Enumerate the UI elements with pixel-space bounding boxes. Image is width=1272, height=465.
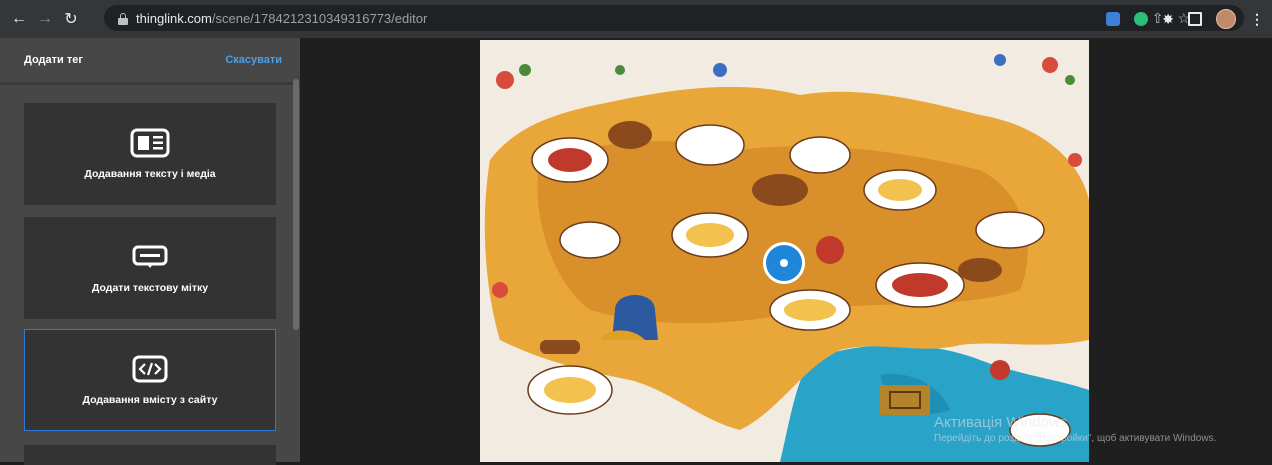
side-panel-icon[interactable] [1188,12,1202,26]
editor-canvas [300,38,1272,462]
panel-title: Додати тег [24,54,83,66]
watermark-subtitle: Перейдіть до розділу "Настройки", щоб ак… [934,433,1217,444]
panel-scrollbar[interactable] [293,79,299,330]
panel-header: Додати тег Скасувати [0,38,300,82]
text-media-icon [130,128,170,158]
address-bar[interactable]: thinglink.com/scene/1784212310349316773/… [104,5,1244,31]
watermark-title: Активація Windows [934,414,1068,431]
cancel-button[interactable]: Скасувати [225,54,282,66]
embed-code-icon [132,355,168,383]
reload-icon[interactable]: ↻ [58,6,84,32]
translate-extension-icon[interactable] [1106,12,1121,26]
text-label-icon [132,245,168,268]
add-embed-content-card[interactable]: Додавання вмісту з сайту [24,329,276,431]
card-label: Додавання вмісту з сайту [82,394,218,406]
tag-hotspot[interactable] [763,242,805,284]
add-text-label-card[interactable]: Додати текстову мітку [24,217,276,319]
url-text: thinglink.com/scene/1784212310349316773/… [136,10,428,26]
puzzle-icon[interactable]: ✸ [1162,12,1174,26]
add-tag-panel: Додати тег Скасувати Додавання тексту і … [0,38,300,465]
next-card[interactable] [24,445,276,465]
card-label: Додавання тексту і медіа [84,168,216,180]
forward-icon[interactable]: → [32,6,58,32]
kebab-menu-icon[interactable]: ⋮ [1250,12,1264,26]
lock-icon [118,12,128,25]
profile-avatar[interactable] [1216,9,1236,29]
windows-activation-watermark: Активація Windows Перейдіть до розділу "… [934,414,1216,444]
scene-image[interactable] [480,40,1089,462]
extension-icon[interactable] [1134,12,1149,26]
browser-toolbar: ← → ↻ thinglink.com/scene/17842123103493… [0,0,1272,38]
divider [0,82,300,85]
card-label: Додати текстову мітку [91,282,209,294]
add-text-media-card[interactable]: Додавання тексту і медіа [24,103,276,205]
back-icon[interactable]: ← [6,6,32,32]
